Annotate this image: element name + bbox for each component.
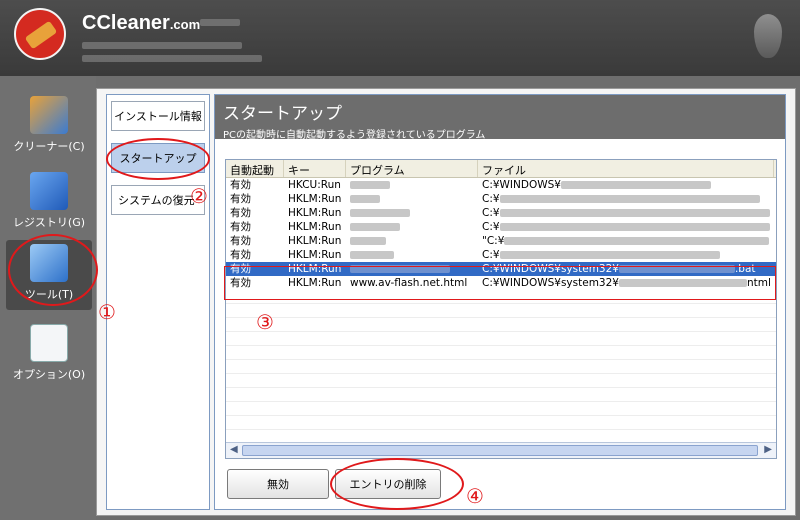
scroll-right-icon[interactable]: ▶ bbox=[764, 444, 772, 455]
blurred-path bbox=[504, 237, 770, 245]
ccleaner-logo-icon bbox=[14, 8, 66, 60]
blurred-system-info bbox=[82, 55, 262, 62]
blurred-system-info bbox=[82, 42, 242, 49]
table-header: 自動起動 キー プログラム ファイル bbox=[226, 160, 776, 178]
annotation-circle-startup bbox=[106, 138, 210, 180]
column-header-key[interactable]: キー bbox=[284, 160, 346, 177]
annotation-rect-rows bbox=[224, 266, 776, 300]
blurred-path bbox=[499, 195, 760, 203]
column-header-file[interactable]: ファイル bbox=[478, 160, 774, 177]
horizontal-scrollbar[interactable]: ◀ ▶ bbox=[226, 442, 776, 458]
registry-cubes-icon bbox=[30, 172, 68, 210]
startup-content: スタートアップ PCの起動時に自動起動するよう登録されているプログラム 自動起動… bbox=[214, 94, 786, 510]
nav-registry[interactable]: レジストリ(G) bbox=[6, 168, 92, 238]
table-row[interactable]: 有効 HKLM:Run C:¥ bbox=[226, 206, 776, 220]
blurred-program bbox=[350, 251, 394, 259]
page-subtitle: PCの起動時に自動起動するよう登録されているプログラム bbox=[223, 130, 486, 141]
pear-icon bbox=[754, 14, 782, 58]
blurred-path bbox=[560, 181, 711, 189]
table-row[interactable]: 有効 HKLM:Run C:¥ bbox=[226, 192, 776, 206]
table-row[interactable]: 有効 HKLM:Run C:¥ bbox=[226, 220, 776, 234]
annotation-circle-delete bbox=[330, 458, 464, 510]
disable-button[interactable]: 無効 bbox=[227, 469, 329, 499]
broom-icon bbox=[30, 96, 68, 134]
blurred-program bbox=[350, 209, 410, 217]
column-header-enabled[interactable]: 自動起動 bbox=[226, 160, 284, 177]
annotation-number-4: ④ bbox=[466, 484, 484, 508]
blurred-program bbox=[350, 237, 386, 245]
subnav-install-info[interactable]: インストール情報 bbox=[111, 101, 205, 131]
scrollbar-thumb[interactable] bbox=[242, 445, 758, 456]
annotation-number-1: ① bbox=[98, 300, 116, 324]
app-header: CCleaner.com bbox=[0, 0, 800, 76]
annotation-number-2: ② bbox=[190, 184, 208, 208]
startup-table: 自動起動 キー プログラム ファイル 有効 HKCU:Run C:¥WINDOW… bbox=[225, 159, 777, 459]
blurred-path bbox=[499, 251, 720, 259]
nav-options[interactable]: オプション(O) bbox=[6, 320, 92, 390]
page-title: スタートアップ bbox=[223, 104, 342, 124]
table-row[interactable]: 有効 HKLM:Run C:¥ bbox=[226, 248, 776, 262]
blurred-program bbox=[350, 181, 390, 189]
table-row[interactable]: 有効 HKCU:Run C:¥WINDOWS¥ bbox=[226, 178, 776, 192]
content-header: スタートアップ PCの起動時に自動起動するよう登録されているプログラム bbox=[215, 95, 785, 141]
scroll-left-icon[interactable]: ◀ bbox=[230, 444, 238, 455]
annotation-number-3: ③ bbox=[256, 310, 274, 334]
table-row[interactable]: 有効 HKLM:Run "C:¥ bbox=[226, 234, 776, 248]
checklist-icon bbox=[30, 324, 68, 362]
annotation-circle-tools bbox=[8, 234, 98, 306]
app-title: CCleaner.com bbox=[82, 12, 201, 34]
blurred-program bbox=[350, 195, 380, 203]
blurred-program bbox=[350, 223, 400, 231]
blurred-path bbox=[499, 223, 770, 231]
column-header-program[interactable]: プログラム bbox=[346, 160, 478, 177]
blurred-path bbox=[499, 209, 770, 217]
nav-cleaner[interactable]: クリーナー(C) bbox=[6, 92, 92, 162]
blurred-version bbox=[200, 19, 240, 26]
